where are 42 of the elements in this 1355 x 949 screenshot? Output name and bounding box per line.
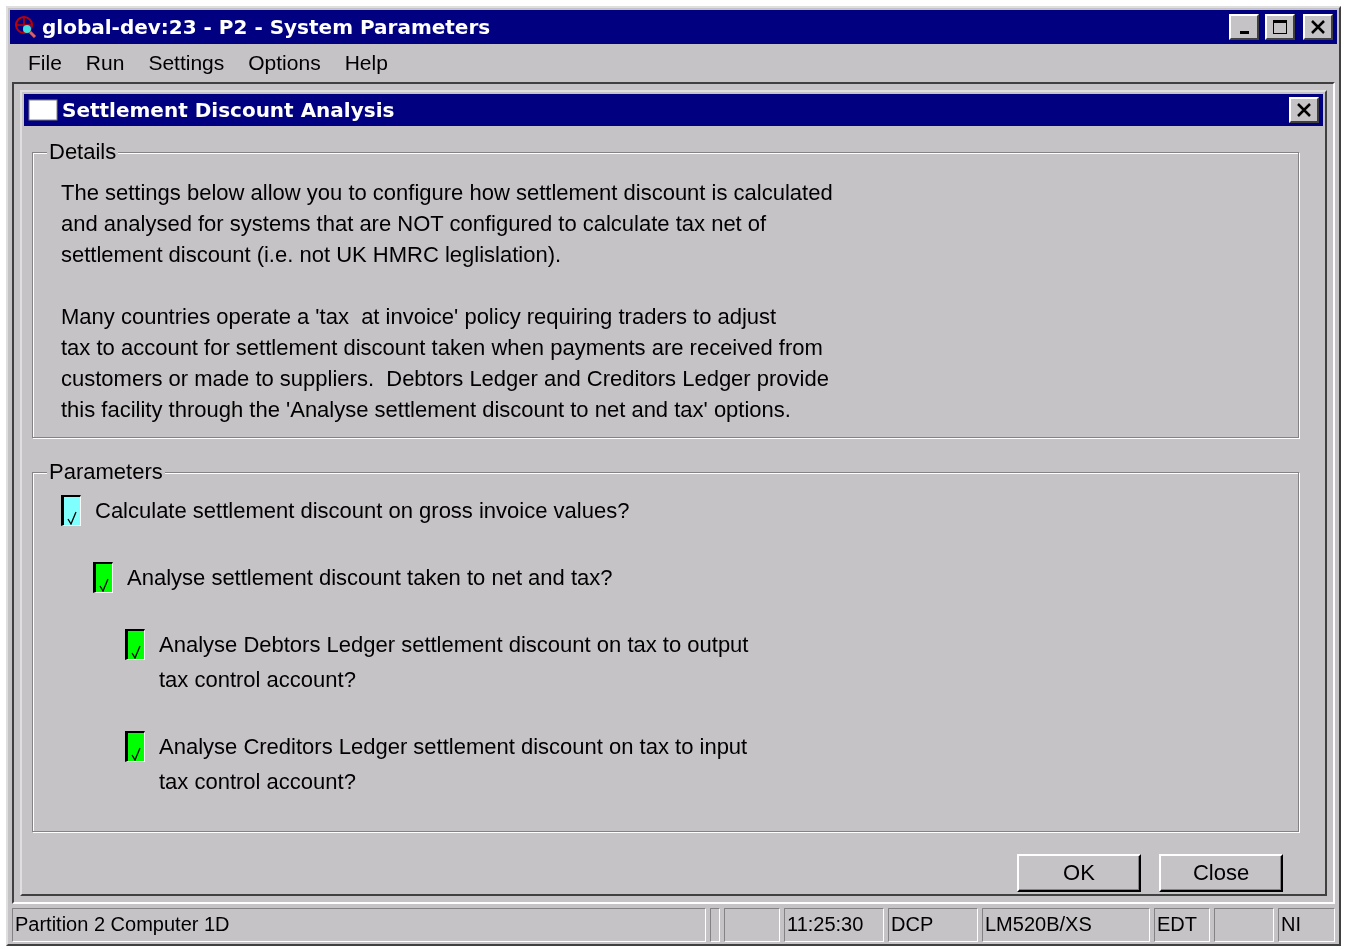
option-label: Analyse settlement discount taken to net and tax? [127,564,613,592]
minimize-icon [1239,30,1249,34]
close-icon [1296,102,1312,118]
status-panel: EDT [1154,908,1210,942]
option-label: Analyse Creditors Ledger settlement discount on tax to input tax control account? [159,733,748,796]
status-panel: LM520B/XS [982,908,1150,942]
status-panel: NI [1278,908,1335,942]
globe-magnifier-icon [14,15,38,39]
option-label: Analyse Debtors Ledger settlement discount on tax to output tax control account? [159,631,749,694]
menu-item[interactable]: Settings [136,51,237,75]
minimize-button[interactable] [1229,14,1259,40]
empty-status-panel [710,908,720,942]
checkbox[interactable] [93,562,113,593]
menu-item[interactable]: Options [236,51,333,75]
check-icon [131,645,141,659]
empty-status-panel [724,908,780,942]
close-button[interactable] [1303,14,1333,40]
checkbox[interactable] [125,731,145,762]
checkbox[interactable] [125,629,145,660]
close-button[interactable] [1289,97,1319,123]
empty-status-panel [1214,908,1274,942]
description-text: The settings below allow you to configure how settlement discount is calculated and analysed for systems that are NOT configured to calculate tax net of settlement discount (i.e. not UK HMRC leglislation). [61,179,834,269]
option-label: Calculate settlement discount on gross invoice values? [95,497,630,525]
ok-button[interactable]: OK [1017,854,1141,892]
checkbox[interactable] [61,495,81,526]
maximize-button[interactable] [1265,14,1295,40]
window-title: global-dev:23 - P2 - System Parameters [42,15,492,39]
maximize-icon [1272,19,1288,35]
check-icon [67,511,77,525]
menu-item[interactable]: File [16,51,74,75]
close-icon [1310,19,1326,35]
close-dialog-button[interactable]: Close [1159,854,1283,892]
status-panel: DCP [888,908,978,942]
menu-item[interactable]: Help [332,51,400,75]
window-icon [28,99,58,121]
menu-item[interactable]: Run [73,51,137,75]
check-icon [99,578,109,592]
status-panel: 11:25:30 [784,908,884,942]
dialog-title: Settlement Discount Analysis [62,98,396,122]
description-text: Many countries operate a 'tax at invoice' policy requiring traders to adjust tax to account for settlement discount taken when payments are received from customers or made to suppliers. Debtors Ledger and Creditors Ledger provide this facility through the 'Analyse settlement discount to net and tax' options. [61,303,830,424]
check-icon [131,747,141,761]
status-panel: Partition 2 Computer 1D [12,908,706,942]
